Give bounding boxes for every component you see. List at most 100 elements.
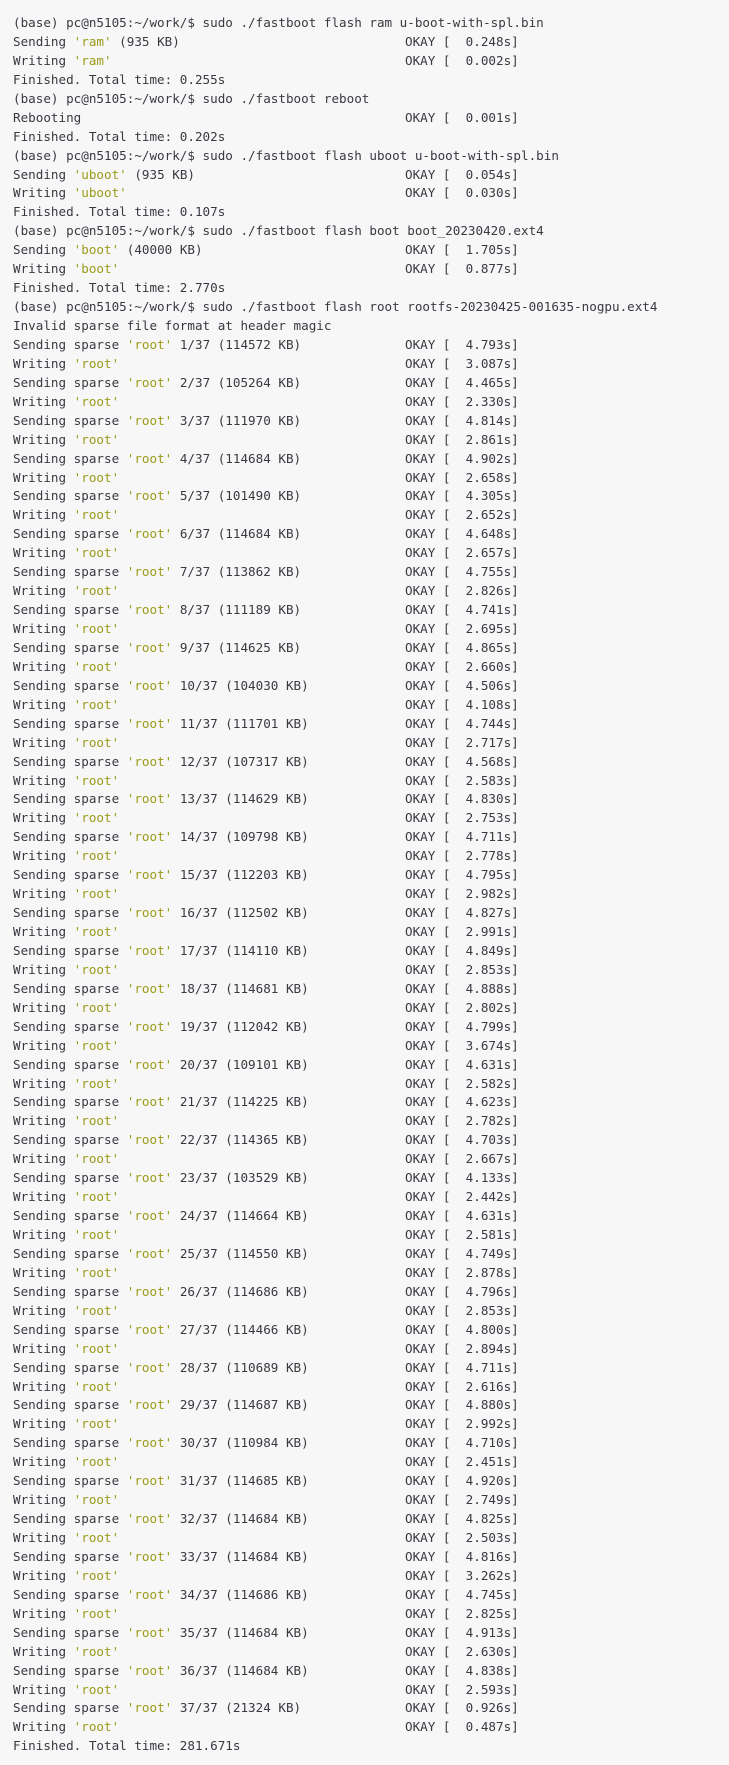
operation-prefix: Sending sparse [13, 336, 127, 352]
terminal-line: Finished. Total time: 0.255s [13, 71, 729, 90]
terminal-status-line: Writing 'root' OKAY [ 2.894s] [13, 1340, 729, 1359]
terminal-status-line: Sending sparse 'root' 28/37 (110689 KB) O… [13, 1359, 729, 1378]
operation-prefix: Writing [13, 1302, 74, 1318]
operation-suffix: 25/37 (114550 KB) [172, 1245, 309, 1261]
status-result: OKAY [ 0.030s] [405, 185, 519, 201]
operation-text: Writing 'root' [13, 544, 119, 563]
terminal-status-line: Sending sparse 'root' 23/37 (103529 KB) O… [13, 1169, 729, 1188]
terminal-status-line: Sending sparse 'root' 3/37 (111970 KB) OK… [13, 412, 729, 431]
terminal-status-line: Writing 'root' OKAY [ 2.753s] [13, 809, 729, 828]
operation-prefix: Sending sparse [13, 1397, 127, 1413]
operation-prefix: Sending sparse [13, 1624, 127, 1640]
terminal-status-line: Sending sparse 'root' 16/37 (112502 KB) O… [13, 904, 729, 923]
partition-name: 'root' [73, 545, 120, 561]
partition-name: 'root' [73, 1189, 120, 1205]
operation-text: Sending sparse 'root' 31/37 (114685 KB) [13, 1472, 309, 1491]
operation-prefix: Sending sparse [13, 1283, 127, 1299]
terminal-status-line: Sending sparse 'root' 26/37 (114686 KB) O… [13, 1283, 729, 1302]
operation-text: Sending sparse 'root' 36/37 (114684 KB) [13, 1662, 309, 1681]
partition-name: 'root' [73, 1492, 120, 1508]
operation-text: Sending sparse 'root' 12/37 (107317 KB) [13, 753, 309, 772]
operation-text: Writing 'root' [13, 1112, 119, 1131]
terminal-status-line: Sending sparse 'root' 36/37 (114684 KB) O… [13, 1662, 729, 1681]
partition-name: 'root' [73, 772, 120, 788]
status-result: OKAY [ 2.616s] [405, 1378, 519, 1394]
terminal-status-line: Writing 'root' OKAY [ 2.616s] [13, 1378, 729, 1397]
partition-name: 'root' [126, 1321, 173, 1337]
operation-suffix: 20/37 (109101 KB) [172, 1056, 309, 1072]
status-result: OKAY [ 2.667s] [405, 1151, 519, 1167]
status-result: OKAY [ 4.568s] [405, 753, 519, 769]
operation-suffix: (935 KB) [111, 33, 180, 49]
operation-prefix: Sending sparse [13, 1132, 127, 1148]
operation-prefix: Writing [13, 621, 74, 636]
operation-prefix: Sending sparse [13, 526, 127, 542]
status-result: OKAY [ 4.796s] [405, 1283, 519, 1299]
terminal-status-line: Sending sparse 'root' 25/37 (114550 KB) O… [13, 1245, 729, 1264]
operation-suffix: 15/37 (112203 KB) [172, 867, 309, 883]
terminal-status-line: Writing 'root' OKAY [ 2.330s] [13, 393, 729, 412]
status-result: OKAY [ 2.652s] [405, 507, 519, 523]
partition-name: 'root' [126, 1018, 173, 1034]
status-result: OKAY [ 2.658s] [405, 469, 519, 485]
status-result: OKAY [ 2.330s] [405, 393, 519, 409]
operation-prefix: Sending [13, 166, 74, 182]
operation-prefix: Writing [13, 848, 74, 864]
terminal-status-line: Writing 'root' OKAY [ 2.451s] [13, 1453, 729, 1472]
terminal-status-line: Writing 'root' OKAY [ 2.749s] [13, 1491, 729, 1510]
partition-name: 'root' [73, 961, 120, 977]
operation-text: Sending sparse 'root' 13/37 (114629 KB) [13, 790, 309, 809]
terminal-status-line: Sending sparse 'root' 11/37 (111701 KB) O… [13, 715, 729, 734]
operation-prefix: Writing [13, 1151, 74, 1167]
operation-suffix: 31/37 (114685 KB) [172, 1473, 309, 1489]
status-result: OKAY [ 4.749s] [405, 1245, 519, 1261]
terminal-status-line: Writing 'root' OKAY [ 2.782s] [13, 1112, 729, 1131]
operation-prefix: Writing [13, 355, 74, 371]
operation-prefix: Writing [13, 1037, 74, 1053]
operation-prefix: Sending sparse [13, 488, 127, 504]
partition-name: 'root' [126, 829, 173, 845]
status-result: OKAY [ 4.631s] [405, 1056, 519, 1072]
partition-name: 'root' [126, 1700, 173, 1716]
status-result: OKAY [ 2.503s] [405, 1530, 519, 1545]
operation-text: Sending sparse 'root' 34/37 (114686 KB) [13, 1586, 309, 1605]
partition-name: 'root' [73, 1643, 120, 1659]
partition-name: 'root' [126, 602, 173, 618]
partition-name: 'root' [126, 980, 173, 996]
operation-text: Writing 'root' [13, 582, 119, 601]
status-result: OKAY [ 4.814s] [405, 412, 519, 428]
operation-suffix: 18/37 (114681 KB) [172, 980, 309, 996]
partition-name: 'root' [126, 1056, 173, 1072]
terminal-status-line: Sending sparse 'root' 8/37 (111189 KB) OK… [13, 601, 729, 620]
operation-text: Sending sparse 'root' 23/37 (103529 KB) [13, 1169, 309, 1188]
operation-prefix: Sending sparse [13, 1170, 127, 1186]
operation-prefix: Writing [13, 1492, 74, 1508]
terminal-status-line: Sending sparse 'root' 17/37 (114110 KB) O… [13, 942, 729, 961]
status-result: OKAY [ 4.816s] [405, 1548, 519, 1564]
status-result: OKAY [ 2.657s] [405, 545, 519, 561]
operation-text: Writing 'root' [13, 1302, 119, 1321]
operation-prefix: Sending sparse [13, 1208, 127, 1224]
operation-text: Writing 'root' [13, 999, 119, 1018]
operation-text: Sending sparse 'root' 21/37 (114225 KB) [13, 1093, 309, 1112]
partition-name: 'root' [126, 867, 173, 883]
partition-name: 'root' [73, 1719, 120, 1735]
terminal-status-line: Writing 'root' OKAY [ 2.658s] [13, 469, 729, 488]
partition-name: 'root' [126, 1170, 173, 1186]
operation-prefix: Writing [13, 1643, 74, 1659]
operation-text: Sending sparse 'root' 20/37 (109101 KB) [13, 1056, 309, 1075]
terminal-output[interactable]: (base) pc@n5105:~/work/$ sudo ./fastboot… [0, 0, 729, 1765]
partition-name: 'root' [73, 1113, 120, 1129]
operation-text: Sending sparse 'root' 18/37 (114681 KB) [13, 980, 309, 999]
status-result: OKAY [ 0.926s] [405, 1700, 519, 1716]
status-result: OKAY [ 2.778s] [405, 848, 519, 864]
terminal-status-line: Sending sparse 'root' 30/37 (110984 KB) O… [13, 1434, 729, 1453]
operation-text: Sending sparse 'root' 2/37 (105264 KB) [13, 374, 301, 393]
terminal-status-line: Writing 'root' OKAY [ 3.087s] [13, 355, 729, 374]
partition-name: 'root' [73, 999, 120, 1015]
operation-prefix: Sending sparse [13, 1245, 127, 1261]
status-result: OKAY [ 4.902s] [405, 450, 519, 466]
status-result: OKAY [ 2.749s] [405, 1492, 519, 1508]
terminal-status-line: Sending sparse 'root' 22/37 (114365 KB) O… [13, 1131, 729, 1150]
status-result: OKAY [ 2.826s] [405, 583, 519, 599]
